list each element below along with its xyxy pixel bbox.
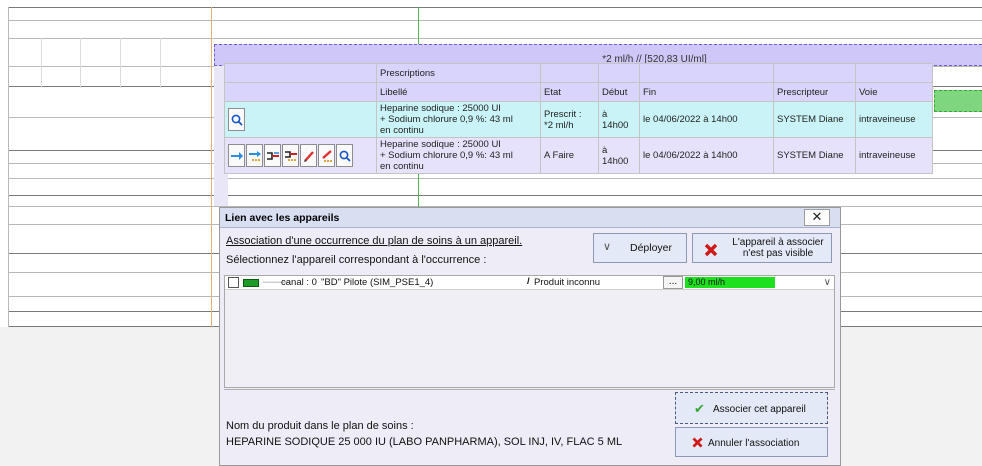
pencil-icon[interactable] — [300, 144, 317, 167]
device-checkbox[interactable] — [228, 277, 239, 288]
device-link-dialog: Lien avec les appareils ✕ Association d'… — [219, 207, 841, 466]
table-column-headers: Libellé Etat Début Fin Prescripteur Voie — [224, 82, 933, 102]
red-x-icon — [703, 242, 719, 261]
arrow-right-icon[interactable] — [228, 144, 245, 167]
arrow-dots-icon[interactable] — [246, 144, 263, 167]
divider — [224, 389, 835, 390]
column-header-etat: Etat — [540, 82, 599, 102]
cell-debut: à 14h00 — [598, 101, 640, 138]
table-row: Heparine sodique : 25000 UI + Sodium chl… — [224, 101, 933, 138]
check-icon: ✔ — [694, 401, 705, 416]
column-header-debut: Début — [598, 82, 640, 102]
device-not-visible-button[interactable]: L'appareil à associer n'est pas visible — [692, 233, 832, 263]
syringe-pump-icon — [243, 279, 259, 287]
cell-libelle: Heparine sodique : 25000 UI + Sodium chl… — [376, 101, 541, 138]
connect-dots-icon[interactable] — [282, 144, 299, 167]
more-button[interactable]: ... — [663, 276, 683, 289]
column-header-prescripteur: Prescripteur — [773, 82, 856, 102]
device-product: Produit inconnu — [534, 277, 601, 288]
device-list: ──── canal : 0 "BD" Pilote (SIM_PSE1_4) … — [224, 275, 835, 388]
cell-fin: le 04/06/2022 à 14h00 — [639, 101, 774, 138]
administration-timeline-bar[interactable] — [934, 90, 982, 112]
empty-area-right — [841, 327, 982, 466]
close-icon: ✕ — [811, 209, 823, 224]
double-chevron-down-icon[interactable]: ∨ — [824, 277, 831, 288]
cell-libelle: Heparine sodique : 25000 UI + Sodium chl… — [376, 137, 541, 174]
red-x-icon — [691, 436, 704, 452]
separator: / — [527, 276, 530, 287]
list-item[interactable]: ──── canal : 0 "BD" Pilote (SIM_PSE1_4) … — [225, 276, 834, 290]
column-header-fin: Fin — [639, 82, 774, 102]
cell-voie: intraveineuse — [855, 137, 933, 174]
cell-prescripteur: SYSTEM Diane — [773, 137, 856, 174]
select-device-label: Sélectionnez l'appareil correspondant à … — [226, 254, 487, 266]
prescriptions-table: Prescriptions Libellé Etat Début Fin Pre… — [224, 63, 933, 174]
product-name-label: Nom du produit dans le plan de soins : — [226, 420, 414, 432]
cell-fin: le 04/06/2022 à 14h00 — [639, 137, 774, 174]
device-pilot: "BD" Pilote (SIM_PSE1_4) — [321, 277, 434, 288]
close-button[interactable]: ✕ — [804, 209, 830, 226]
associate-device-button[interactable]: ✔ Associer cet appareil — [675, 392, 828, 424]
search-icon[interactable] — [228, 108, 245, 131]
row-actions — [224, 101, 377, 138]
deploy-button[interactable]: ∨ Déployer — [593, 233, 687, 263]
dialog-title: Lien avec les appareils — [220, 208, 840, 228]
table-section-header: Prescriptions — [224, 63, 933, 83]
empty-area-left — [0, 327, 219, 466]
row-actions — [224, 137, 377, 174]
association-heading: Association d'une occurrence du plan de … — [226, 235, 523, 247]
connect-icon[interactable] — [264, 144, 281, 167]
cell-debut: à 14h00 — [598, 137, 640, 174]
section-title: Prescriptions — [376, 63, 541, 83]
device-rate: 9,00 ml/h — [685, 277, 775, 288]
pencil-dots-icon[interactable] — [318, 144, 335, 167]
cell-etat: A Faire — [540, 137, 599, 174]
table-row: Heparine sodique : 25000 UI + Sodium chl… — [224, 137, 933, 174]
column-header-libelle: Libellé — [376, 82, 541, 102]
device-canal: canal : 0 — [281, 277, 317, 288]
cell-prescripteur: SYSTEM Diane — [773, 101, 856, 138]
cell-voie: intraveineuse — [855, 101, 933, 138]
double-chevron-down-icon: ∨ — [603, 241, 612, 253]
cancel-association-button[interactable]: Annuler l'association — [675, 427, 828, 457]
product-name-value: HEPARINE SODIQUE 25 000 IU (LABO PANPHAR… — [226, 436, 623, 448]
cell-etat: Prescrit : *2 ml/h — [540, 101, 599, 138]
search-icon[interactable] — [336, 144, 353, 167]
column-header-voie: Voie — [855, 82, 933, 102]
